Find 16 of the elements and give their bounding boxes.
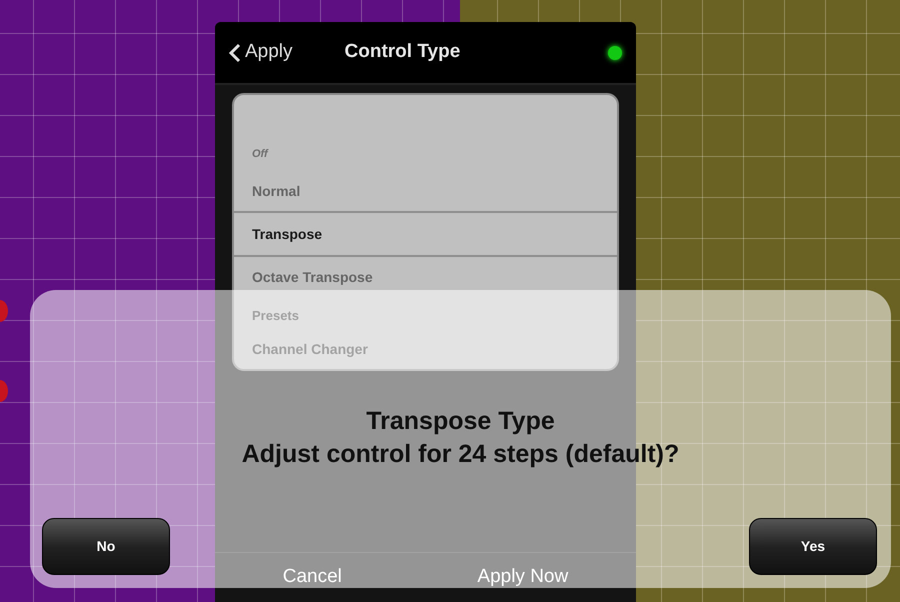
option-item[interactable]: Off bbox=[234, 137, 617, 171]
back-label: Apply bbox=[245, 40, 293, 64]
cancel-button[interactable]: Cancel bbox=[276, 562, 348, 593]
yes-button[interactable]: Yes bbox=[749, 518, 877, 575]
apply-now-button[interactable]: Apply Now bbox=[471, 562, 574, 593]
option-item[interactable]: Octave Transpose bbox=[234, 257, 617, 297]
alert-title: Transpose Type bbox=[365, 406, 556, 437]
no-button[interactable]: No bbox=[42, 518, 170, 575]
nav-title: Control Type bbox=[344, 40, 462, 64]
chevron-left-icon bbox=[229, 42, 241, 62]
alert-message: Adjust control for 24 steps (default)? bbox=[240, 439, 680, 470]
option-item[interactable]: Normal bbox=[234, 171, 617, 211]
section-header: Presets bbox=[251, 307, 300, 326]
option-item[interactable]: Channel Changer bbox=[234, 329, 617, 369]
back-button[interactable]: Apply bbox=[229, 38, 293, 67]
option-item[interactable]: Transpose bbox=[234, 211, 617, 257]
